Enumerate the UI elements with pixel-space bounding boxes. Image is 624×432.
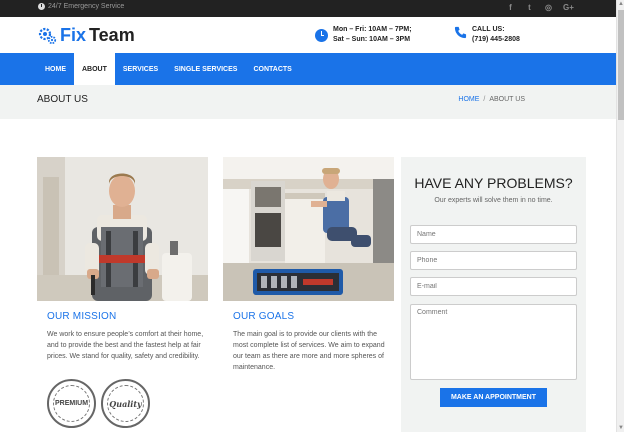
call-label: CALL US: [472, 26, 505, 33]
mission-title: OUR MISSION [47, 311, 117, 322]
page-title-band: ABOUT US HOME / ABOUT US [0, 85, 616, 119]
nav-services[interactable]: SERVICES [115, 53, 166, 85]
twitter-icon[interactable]: t [525, 3, 534, 12]
breadcrumb: HOME / ABOUT US [458, 96, 525, 103]
comment-input[interactable] [410, 304, 577, 380]
logo-text-team: Team [89, 25, 135, 45]
top-bar: 24/7 Emergency Service f t ◎ G+ [0, 0, 616, 17]
main-navigation: HOME ABOUT SERVICES SINGLE SERVICES CONT… [0, 53, 616, 85]
browser-viewport: 24/7 Emergency Service f t ◎ G+ Fix Team … [0, 0, 624, 432]
appointment-form-panel: HAVE ANY PROBLEMS? Our experts will solv… [401, 157, 586, 432]
facebook-icon[interactable]: f [506, 3, 515, 12]
logo-text-fix: Fix [60, 25, 87, 45]
site-header: Fix Team Mon – Fri: 10AM – 7PM; Sat – Sun… [0, 17, 616, 53]
make-appointment-button[interactable]: MAKE AN APPOINTMENT [440, 388, 547, 407]
premium-badge-label: PREMIUM [54, 400, 89, 407]
page-scrollbar[interactable]: ▲ ▼ [616, 0, 624, 432]
scrollbar-thumb[interactable] [618, 10, 624, 120]
goals-title: OUR GOALS [233, 311, 295, 322]
goals-text: The main goal is to provide our clients … [233, 331, 385, 371]
scroll-up-arrow-icon[interactable]: ▲ [618, 0, 624, 8]
quality-badge-label: Quality [109, 398, 142, 409]
nav-about[interactable]: ABOUT [74, 53, 115, 85]
page-title: ABOUT US [37, 94, 88, 105]
social-links: f t ◎ G+ [506, 3, 574, 12]
phone-number[interactable]: (719) 445-2808 [472, 35, 520, 45]
form-subheading: Our experts will solve them in no time. [434, 197, 553, 204]
hours-weekdays: Mon – Fri: 10AM – 7PM; [333, 26, 412, 33]
clock-icon [315, 29, 328, 42]
hours-weekend: Sat – Sun: 10AM – 3PM [333, 36, 411, 43]
gear-icon [38, 27, 57, 44]
email-input[interactable] [410, 277, 577, 296]
site-logo[interactable]: Fix Team [37, 25, 135, 46]
opening-hours: Mon – Fri: 10AM – 7PM; Sat – Sun: 10AM –… [315, 25, 412, 45]
phone-input[interactable] [410, 251, 577, 270]
phone-icon [454, 26, 467, 39]
breadcrumb-separator: / [483, 96, 486, 103]
nav-single-services[interactable]: SINGLE SERVICES [166, 53, 245, 85]
premium-badge: PREMIUM [47, 379, 96, 428]
goals-photo [223, 157, 394, 301]
nav-contacts[interactable]: CONTACTS [245, 53, 299, 85]
instagram-icon[interactable]: ◎ [544, 3, 553, 12]
mission-photo [37, 157, 208, 301]
emergency-text: 24/7 Emergency Service [48, 3, 125, 10]
call-us: CALL US: (719) 445-2808 [454, 25, 520, 45]
breadcrumb-home[interactable]: HOME [458, 96, 479, 103]
quality-badge: Quality [101, 379, 150, 428]
scroll-down-arrow-icon[interactable]: ▼ [618, 424, 624, 432]
nav-home[interactable]: HOME [37, 53, 74, 85]
mission-text: We work to ensure people’s comfort at th… [47, 331, 204, 360]
name-input[interactable] [410, 225, 577, 244]
form-heading: HAVE ANY PROBLEMS? [414, 175, 573, 191]
emergency-service: 24/7 Emergency Service [38, 3, 124, 10]
clock-icon [38, 3, 45, 10]
breadcrumb-current: ABOUT US [489, 96, 525, 103]
google-plus-icon[interactable]: G+ [563, 3, 574, 12]
